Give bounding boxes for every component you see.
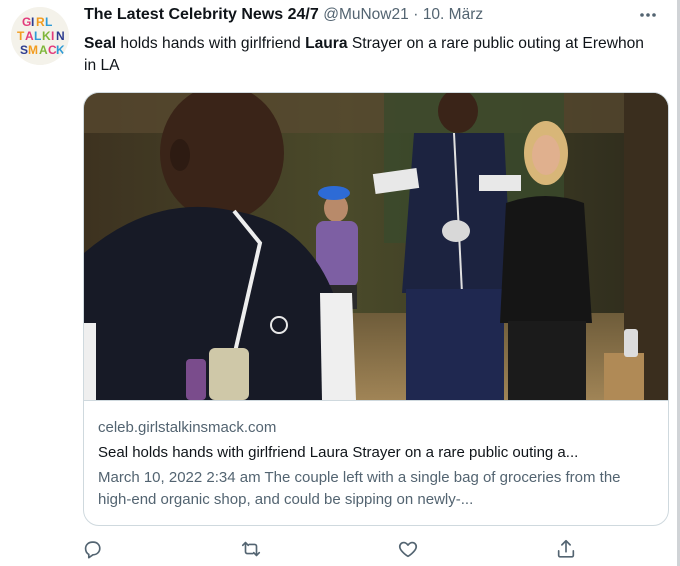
reply-button[interactable] [81,538,107,564]
heart-icon [398,541,418,558]
svg-text:R: R [36,15,45,29]
link-card[interactable]: celeb.girlstalkinsmack.com Seal holds ha… [83,92,669,526]
tweet-date[interactable]: 10. März [423,6,483,23]
svg-text:M: M [28,43,38,57]
tweet-text-bold-name: Seal [84,35,117,52]
retweet-icon [241,541,261,557]
tweet-text-segment: holds hands with girlfriend [116,35,306,52]
card-divider [84,400,668,401]
card-domain: celeb.girlstalkinsmack.com [98,419,277,436]
svg-text:A: A [25,29,34,43]
brand-logo-avatar: G I R L T A L K I N S M A C K [11,7,69,65]
retweet-button[interactable] [240,538,266,564]
author-handle[interactable]: @MuNow21 [323,6,409,23]
more-horizontal-icon[interactable] [638,6,658,20]
action-bar [0,538,680,564]
tweet-text: Seal holds hands with girlfriend Laura S… [84,33,654,77]
svg-text:K: K [42,29,51,43]
card-title: Seal holds hands with girlfriend Laura S… [98,444,579,461]
tweet-text-bold-name: Laura [305,35,348,52]
header-separator: · [413,6,419,23]
svg-text:K: K [56,43,65,57]
svg-text:I: I [51,29,54,43]
svg-text:A: A [39,43,48,57]
author-name[interactable]: The Latest Celebrity News 24/7 [84,6,319,23]
article-photo [84,93,668,401]
svg-text:I: I [31,15,34,29]
share-icon [557,539,575,558]
svg-text:L: L [34,29,41,43]
svg-text:G: G [22,15,31,29]
reply-icon [84,541,101,559]
svg-text:T: T [17,29,25,43]
avatar[interactable]: G I R L T A L K I N S M A C K [11,7,69,65]
card-description: March 10, 2022 2:34 am The couple left w… [98,469,621,508]
svg-text:N: N [56,29,65,43]
svg-text:L: L [45,15,52,29]
tweet[interactable]: G I R L T A L K I N S M A C K The Latest… [0,0,680,566]
tweet-header: The Latest Celebrity News 24/7 @MuNow21 … [84,6,644,28]
share-button[interactable] [555,538,581,564]
svg-text:S: S [20,43,28,57]
like-button[interactable] [397,538,423,564]
